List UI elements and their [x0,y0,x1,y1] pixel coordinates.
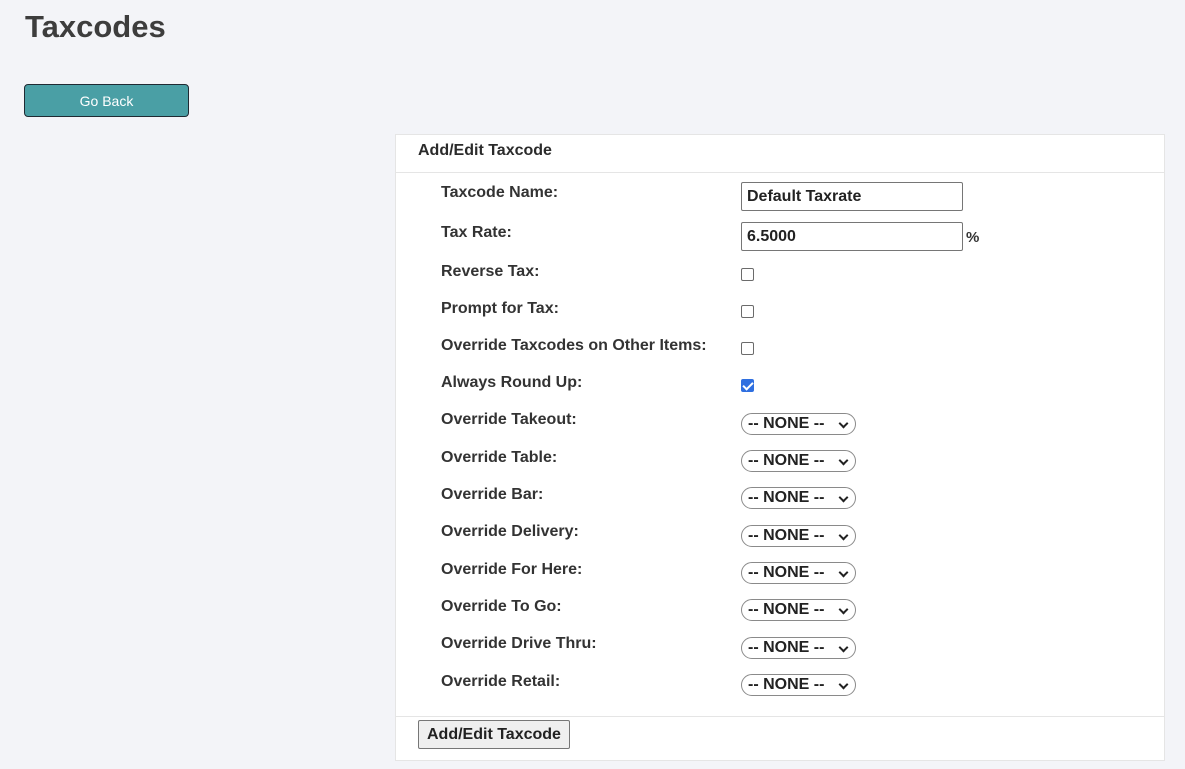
reverse-tax-row: Reverse Tax: [396,262,1164,292]
add-edit-taxcode-button[interactable]: Add/Edit Taxcode [418,720,570,749]
page-title: Taxcodes [25,9,166,44]
always-round-up-label: Always Round Up: [441,374,583,391]
override-drive-thru-label: Override Drive Thru: [441,635,597,652]
taxcode-form-panel: Add/Edit Taxcode Taxcode Name: Tax Rate:… [395,134,1165,761]
override-taxcodes-row: Override Taxcodes on Other Items: [396,337,1164,367]
override-table-label: Override Table: [441,449,558,466]
override-bar-row: Override Bar: -- NONE -- [396,486,1164,516]
override-table-value: -- NONE -- [748,452,825,469]
override-for-here-value: -- NONE -- [748,564,825,581]
override-takeout-row: Override Takeout: -- NONE -- [396,411,1164,441]
chevron-down-icon [838,642,849,653]
prompt-for-tax-checkbox[interactable] [741,305,754,318]
override-table-row: Override Table: -- NONE -- [396,449,1164,479]
override-delivery-row: Override Delivery: -- NONE -- [396,523,1164,553]
override-taxcodes-checkbox[interactable] [741,342,754,355]
taxcode-name-input[interactable] [741,182,963,211]
taxcode-name-label: Taxcode Name: [441,184,559,201]
tax-rate-input[interactable] [741,222,963,251]
reverse-tax-label: Reverse Tax: [441,263,540,280]
prompt-for-tax-row: Prompt for Tax: [396,299,1164,329]
always-round-up-row: Always Round Up: [396,374,1164,404]
chevron-down-icon [838,604,849,615]
chevron-down-icon [838,418,849,429]
tax-rate-row: Tax Rate: % [396,222,1164,252]
chevron-down-icon [838,679,849,690]
taxcode-name-row: Taxcode Name: [396,182,1164,212]
override-retail-value: -- NONE -- [748,676,825,693]
override-to-go-label: Override To Go: [441,598,562,615]
reverse-tax-checkbox[interactable] [741,268,754,281]
chevron-down-icon [838,567,849,578]
override-for-here-label: Override For Here: [441,561,583,578]
override-to-go-select[interactable]: -- NONE -- [741,599,856,621]
override-retail-label: Override Retail: [441,673,561,690]
override-retail-select[interactable]: -- NONE -- [741,674,856,696]
override-takeout-select[interactable]: -- NONE -- [741,413,856,435]
panel-footer: Add/Edit Taxcode [396,716,1164,761]
override-for-here-row: Override For Here: -- NONE -- [396,561,1164,591]
override-delivery-select[interactable]: -- NONE -- [741,525,856,547]
go-back-button[interactable]: Go Back [24,84,189,117]
tax-rate-label: Tax Rate: [441,224,512,241]
override-delivery-value: -- NONE -- [748,527,825,544]
override-table-select[interactable]: -- NONE -- [741,450,856,472]
always-round-up-checkbox[interactable] [741,379,754,392]
override-takeout-label: Override Takeout: [441,411,577,428]
override-to-go-value: -- NONE -- [748,601,825,618]
override-retail-row: Override Retail: -- NONE -- [396,673,1164,703]
override-delivery-label: Override Delivery: [441,523,579,540]
override-drive-thru-select[interactable]: -- NONE -- [741,637,856,659]
override-to-go-row: Override To Go: -- NONE -- [396,598,1164,628]
prompt-for-tax-label: Prompt for Tax: [441,300,559,317]
chevron-down-icon [838,530,849,541]
chevron-down-icon [838,455,849,466]
percent-suffix: % [966,229,980,246]
override-for-here-select[interactable]: -- NONE -- [741,562,856,584]
override-takeout-value: -- NONE -- [748,415,825,432]
override-bar-select[interactable]: -- NONE -- [741,487,856,509]
override-drive-thru-row: Override Drive Thru: -- NONE -- [396,635,1164,665]
panel-title: Add/Edit Taxcode [396,135,1164,173]
chevron-down-icon [838,492,849,503]
override-bar-value: -- NONE -- [748,489,825,506]
override-bar-label: Override Bar: [441,486,544,503]
override-taxcodes-label: Override Taxcodes on Other Items: [441,337,707,354]
override-drive-thru-value: -- NONE -- [748,639,825,656]
